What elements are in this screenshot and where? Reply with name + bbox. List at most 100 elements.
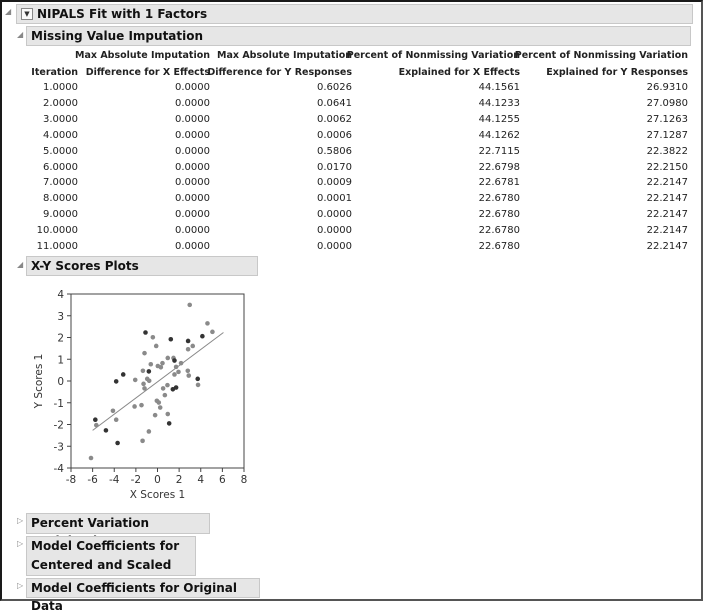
data-point xyxy=(88,455,94,461)
table-cell: 8.0000 xyxy=(43,193,78,205)
table-cell: 0.0000 xyxy=(175,225,210,237)
table-cell: 0.0000 xyxy=(175,177,210,189)
table-cell: 0.0006 xyxy=(317,129,352,141)
table-cell: 0.0000 xyxy=(175,193,210,205)
data-point xyxy=(165,355,171,361)
y-tick-label: -4 xyxy=(54,463,65,475)
section-header-model-coefficients-original-data[interactable]: Model Coefficients for Original Data xyxy=(26,578,260,613)
x-tick-label: 0 xyxy=(154,474,161,486)
section-title-line1: Model Coefficients for xyxy=(31,539,180,553)
table-cell: 27.1287 xyxy=(646,129,688,141)
table-cell: 26.9310 xyxy=(646,82,688,93)
table-cell: 22.2147 xyxy=(646,177,688,189)
table-cell: 9.0000 xyxy=(43,209,78,221)
xy-scores-plot: -8 -6 -4 -2 0 2 4 6 8 -4 -3 -2 -1 0 1 2 3 4 X Scores 1 Y Sc… xyxy=(33,289,247,501)
y-tick-label: -3 xyxy=(54,441,64,453)
data-point xyxy=(162,392,168,398)
table-cell: 22.2150 xyxy=(646,161,688,173)
table-cell: 22.7115 xyxy=(478,145,520,157)
disclosure-closed-icon[interactable]: ▷ xyxy=(17,516,23,525)
data-point xyxy=(176,369,181,375)
table-cell: 22.6780 xyxy=(478,209,520,221)
data-point xyxy=(200,333,205,339)
table-cell: 44.1233 xyxy=(478,97,520,109)
table-cell: 0.0001 xyxy=(317,193,352,205)
table-cell: 0.0000 xyxy=(175,241,210,252)
data-point xyxy=(165,382,170,388)
table-cell: 44.1255 xyxy=(478,113,520,125)
x-tick-label: 2 xyxy=(176,474,183,486)
table-cell: 22.6798 xyxy=(478,161,520,173)
table-cell: 7.0000 xyxy=(43,177,78,189)
y-tick-label: -1 xyxy=(54,398,64,410)
table-cell: 0.0062 xyxy=(317,113,352,125)
y-tick-label: 1 xyxy=(57,354,64,366)
section-header-missing-value-imputation[interactable]: Missing Value Imputation xyxy=(26,26,691,46)
data-point xyxy=(185,368,191,374)
column-header: Percent of Nonmissing Variation xyxy=(514,50,688,61)
table-cell: 22.6780 xyxy=(478,193,520,205)
data-point xyxy=(93,417,98,423)
data-point xyxy=(141,381,146,387)
disclosure-open-icon[interactable]: ◢ xyxy=(17,30,23,39)
x-tick-label: -6 xyxy=(87,474,98,486)
table-cell: 0.0009 xyxy=(317,177,352,189)
disclosure-open-icon[interactable]: ◢ xyxy=(5,7,11,16)
column-header: Max Absolute Imputation xyxy=(217,50,352,61)
data-point xyxy=(160,360,165,366)
section-header-xy-scores-plots[interactable]: X-Y Scores Plots xyxy=(26,256,258,276)
data-point xyxy=(153,343,159,349)
table-cell: 22.2147 xyxy=(646,225,688,237)
table-cell: 22.2147 xyxy=(646,209,688,221)
data-point xyxy=(94,422,99,428)
table-cell: 44.1561 xyxy=(478,82,520,93)
column-header: Iteration xyxy=(31,67,78,78)
data-point xyxy=(143,330,148,335)
table-cell: 11.0000 xyxy=(36,241,78,252)
outline-title: NIPALS Fit with 1 Factors xyxy=(37,7,208,21)
y-tick-label: -2 xyxy=(54,420,64,432)
data-point xyxy=(120,372,126,377)
red-triangle-menu-icon[interactable]: ▼ xyxy=(21,7,33,20)
table-cell: 3.0000 xyxy=(43,113,78,125)
data-point xyxy=(110,408,116,414)
table-cell: 27.0980 xyxy=(646,97,688,109)
x-tick-label: 6 xyxy=(219,474,226,486)
table-cell: 27.1263 xyxy=(646,113,688,125)
section-header-percent-variation-explained[interactable]: Percent Variation Explained xyxy=(26,513,210,548)
data-point xyxy=(146,378,152,384)
plot-frame xyxy=(70,293,245,469)
table-cell: 4.0000 xyxy=(43,129,78,141)
data-point xyxy=(195,382,201,388)
data-point xyxy=(115,440,120,446)
section-header-model-coefficients-centered-scaled[interactable]: Model Coefficients for Centered and Scal… xyxy=(26,536,196,591)
section-title: Missing Value Imputation xyxy=(31,29,204,43)
disclosure-closed-icon[interactable]: ▷ xyxy=(17,539,23,548)
data-point xyxy=(142,350,147,356)
disclosure-open-icon[interactable]: ◢ xyxy=(17,260,23,269)
data-point xyxy=(150,334,156,340)
data-point xyxy=(172,358,177,363)
data-point xyxy=(205,321,210,326)
x-tick-label: -8 xyxy=(66,474,76,486)
outline-header-nipals[interactable]: ▼ NIPALS Fit with 1 Factors xyxy=(16,4,693,24)
table-cell: 44.1262 xyxy=(478,129,520,141)
table-cell: 6.0000 xyxy=(43,161,78,173)
table-cell: 0.0000 xyxy=(175,161,210,173)
data-point xyxy=(165,411,171,417)
data-point xyxy=(158,364,164,370)
x-tick-label: -4 xyxy=(109,474,120,486)
table-cell: 0.6026 xyxy=(317,82,352,93)
table-cell: 0.0000 xyxy=(175,145,210,157)
table-cell: 0.0000 xyxy=(175,113,210,125)
data-point xyxy=(170,386,176,392)
y-tick-label: 2 xyxy=(57,333,64,345)
column-header: Difference for Y Responses xyxy=(207,67,352,78)
table-cell: 0.0000 xyxy=(175,129,210,141)
table-cell: 10.0000 xyxy=(36,225,78,237)
table-cell: 22.6780 xyxy=(478,241,520,252)
table-cell: 22.6780 xyxy=(478,225,520,237)
data-point xyxy=(210,329,215,335)
disclosure-closed-icon[interactable]: ▷ xyxy=(17,581,23,590)
data-point xyxy=(195,376,201,382)
